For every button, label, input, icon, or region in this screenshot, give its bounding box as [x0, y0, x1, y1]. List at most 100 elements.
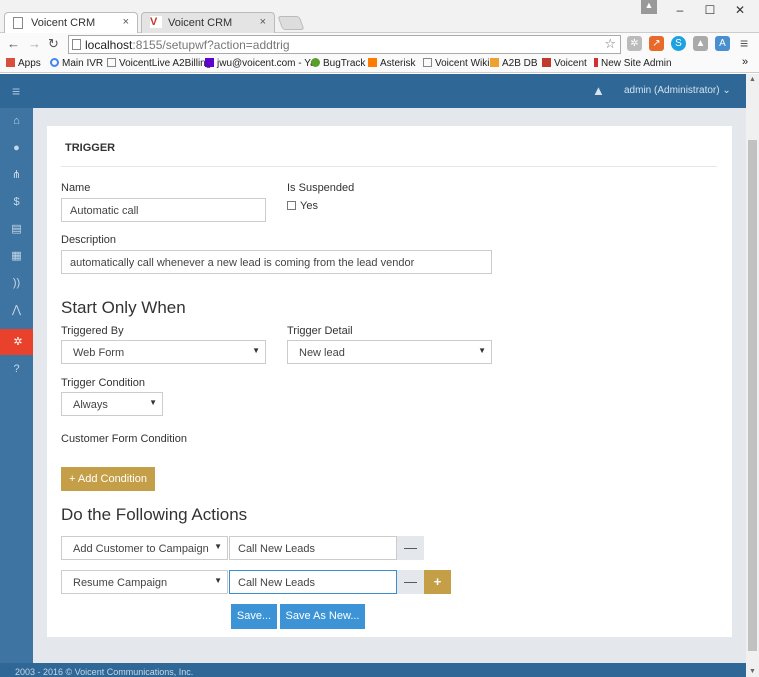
help-icon[interactable]: ?: [0, 356, 33, 382]
calendar-icon[interactable]: ▦: [0, 243, 33, 269]
cogs-icon[interactable]: ✲: [0, 329, 42, 355]
url-host: localhost: [85, 38, 133, 52]
skype-icon[interactable]: S: [671, 36, 686, 51]
alert-icon[interactable]: ▲: [592, 83, 605, 98]
action-select[interactable]: Add Customer to Campaign ▼: [61, 536, 228, 560]
road-icon[interactable]: ⋀: [0, 297, 33, 323]
dollar-icon[interactable]: $: [0, 189, 33, 215]
bookmark-item[interactable]: Main IVR: [50, 58, 103, 69]
close-tab-icon[interactable]: ×: [123, 16, 129, 28]
remove-action-button[interactable]: —: [397, 570, 424, 594]
triggered-by-label: Triggered By: [61, 325, 124, 337]
home-icon[interactable]: ⌂: [0, 108, 33, 134]
minimize-button[interactable]: –: [665, 0, 695, 20]
scroll-up-icon[interactable]: ▲: [749, 76, 756, 83]
start-heading: Start Only When: [61, 298, 186, 317]
action-target-field[interactable]: Call New Leads: [229, 536, 397, 560]
google-icon: [50, 58, 59, 67]
new-tab-button[interactable]: [277, 16, 305, 30]
page-scrollbar[interactable]: ▲ ▼: [746, 74, 759, 677]
bookmark-item[interactable]: New Site Admin: [594, 58, 672, 69]
sidebar: ⌂ ● ⋔ $ ▤ ▦ )) ⋀ ✲ ?: [0, 108, 42, 663]
caret-down-icon: ▼: [252, 346, 260, 355]
browser-tab-active[interactable]: Voicent CRM ×: [4, 12, 138, 34]
description-label: Description: [61, 234, 117, 246]
profile-icon[interactable]: ▲: [641, 0, 657, 14]
rss-icon[interactable]: )): [0, 270, 33, 296]
tab-title: Voicent CRM: [168, 17, 233, 29]
bookmark-star-icon[interactable]: ☆: [604, 36, 616, 52]
action-select[interactable]: Resume Campaign ▼: [61, 570, 228, 594]
save-button[interactable]: Save...: [231, 604, 277, 629]
name-field[interactable]: Automatic call: [61, 198, 266, 222]
extension-gear-icon[interactable]: ✲: [627, 36, 642, 51]
add-condition-button[interactable]: + Add Condition: [61, 467, 155, 491]
bookmark-item[interactable]: jwu@voicent.com - Ya: [205, 58, 316, 69]
app-header: ≡ ▲ admin (Administrator) ⌄: [0, 74, 746, 108]
actions-heading: Do the Following Actions: [61, 505, 248, 524]
trigger-condition-value: Always: [73, 399, 108, 411]
voicent-icon: [542, 58, 551, 67]
suspended-option-label: Yes: [300, 200, 318, 212]
apps-grid-icon: [6, 58, 15, 67]
triggered-by-value: Web Form: [73, 347, 125, 359]
sitemap-icon[interactable]: ⋔: [0, 162, 33, 188]
extension-chart-icon[interactable]: ↗: [649, 36, 664, 51]
maximize-button[interactable]: ☐: [695, 0, 725, 20]
reload-icon[interactable]: ↻: [48, 36, 59, 52]
suspended-checkbox[interactable]: [287, 201, 296, 210]
bookmark-item[interactable]: Voicent Wiki: [423, 58, 489, 69]
bookmark-item[interactable]: VoicentLive A2Billing: [107, 58, 211, 69]
bookmark-item[interactable]: A2B DB: [490, 58, 538, 69]
scroll-thumb[interactable]: [748, 140, 757, 651]
url-path: :8155/setupwf?action=addtrig: [132, 38, 290, 52]
browser-menu-icon[interactable]: ≡: [740, 35, 748, 51]
caret-down-icon: ▼: [478, 346, 486, 355]
browser-tab-inactive[interactable]: V Voicent CRM ×: [141, 12, 275, 34]
caret-down-icon: ▼: [214, 576, 222, 585]
bookmark-item[interactable]: Apps: [6, 58, 41, 69]
forward-icon[interactable]: →: [28, 36, 41, 51]
bookmarks-bar: Apps Main IVR VoicentLive A2Billing jwu@…: [0, 55, 759, 73]
bug-icon: [311, 58, 320, 67]
caret-down-icon: ▼: [214, 542, 222, 551]
remove-action-button[interactable]: —: [397, 536, 424, 560]
asterisk-icon: [368, 58, 377, 67]
caret-down-icon: ▼: [149, 398, 157, 407]
trigger-detail-label: Trigger Detail: [287, 325, 353, 337]
page-icon: [72, 39, 81, 50]
suspended-label: Is Suspended: [287, 182, 355, 194]
trigger-detail-select[interactable]: New lead ▼: [287, 340, 492, 364]
bookmark-item[interactable]: Asterisk: [368, 58, 416, 69]
bookmark-item[interactable]: Voicent: [542, 58, 587, 69]
drive-icon[interactable]: ▲: [693, 36, 708, 51]
bookmarks-overflow-icon[interactable]: »: [742, 56, 748, 68]
action-target-field[interactable]: Call New Leads: [229, 570, 397, 594]
file-icon[interactable]: ▤: [0, 216, 33, 242]
trigger-condition-select[interactable]: Always ▼: [61, 392, 163, 416]
user-menu[interactable]: admin (Administrator) ⌄: [624, 85, 731, 96]
address-bar[interactable]: localhost:8155/setupwf?action=addtrig ☆: [68, 35, 621, 54]
close-window-button[interactable]: ✕: [725, 0, 755, 20]
page-icon: [423, 58, 432, 67]
add-action-button[interactable]: +: [424, 570, 451, 594]
triggered-by-select[interactable]: Web Form ▼: [61, 340, 266, 364]
scroll-down-icon[interactable]: ▼: [749, 668, 756, 675]
yahoo-icon: [205, 58, 214, 67]
voicent-icon: V: [150, 16, 162, 28]
description-field[interactable]: automatically call whenever a new lead i…: [61, 250, 492, 274]
action-value: Resume Campaign: [73, 577, 168, 589]
save-as-new-button[interactable]: Save As New...: [280, 604, 365, 629]
user-icon[interactable]: ●: [0, 135, 33, 161]
pma-icon: [490, 58, 499, 67]
bookmark-item[interactable]: BugTrack: [311, 58, 365, 69]
close-tab-icon[interactable]: ×: [260, 16, 266, 28]
menu-toggle-icon[interactable]: ≡: [12, 83, 20, 99]
form-title: TRIGGER: [65, 142, 116, 154]
browser-toolbar: ← → ↻ localhost:8155/setupwf?action=addt…: [0, 33, 759, 55]
action-value: Add Customer to Campaign: [73, 543, 209, 555]
back-icon[interactable]: ←: [7, 36, 20, 51]
extension-a-icon[interactable]: A: [715, 36, 730, 51]
bars-icon: [594, 58, 598, 67]
name-label: Name: [61, 182, 91, 194]
